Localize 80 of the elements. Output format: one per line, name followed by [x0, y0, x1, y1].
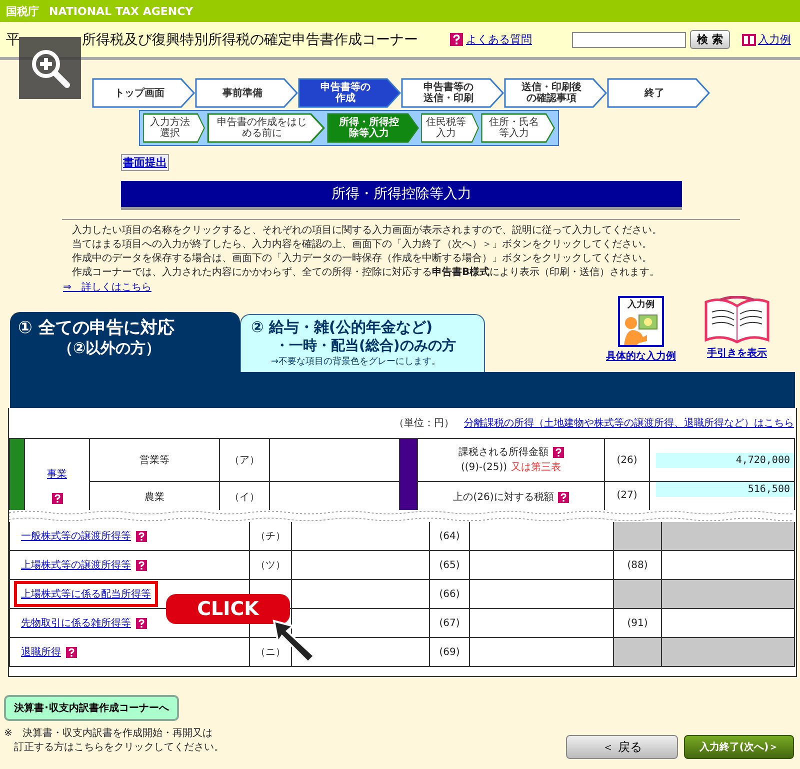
search-button[interactable]: 検 索	[690, 30, 730, 49]
agency-name-english: NATIONAL TAX AGENCY	[49, 4, 194, 18]
separate-tax-link[interactable]: 分離課税の所得（土地建物や株式等の譲渡所得、退職所得など）はこちら	[464, 416, 794, 430]
amount-field[interactable]: 516,500	[656, 482, 794, 497]
back-button[interactable]: ＜ 戻る	[566, 735, 678, 759]
step-tab[interactable]: 終了	[607, 78, 710, 108]
note-text: 訂正する方はこちらをクリックしてください。	[13, 741, 224, 755]
details-link[interactable]: ⇒ 詳しくはこちら	[63, 280, 152, 294]
note-text: ※ 決算書・収支内訳書を作成開始・再開又は	[4, 727, 214, 741]
instruction-text: 入力したい項目の名称をクリックすると、それぞれの項目に関する入力画面が表示されますので、説明に従って入力してください。	[72, 224, 663, 238]
help-icon[interactable]	[136, 560, 147, 570]
paper-submission-button[interactable]: 書面提出	[121, 154, 169, 171]
input-cell[interactable]	[662, 580, 794, 608]
substep-tab[interactable]: 所得・所得控 除等入力	[327, 113, 419, 143]
step-tab[interactable]: 申告書等の 作成	[298, 78, 401, 108]
example-label: 入力例	[628, 298, 654, 311]
open-book-icon[interactable]	[704, 296, 770, 344]
table-cell: (26)	[604, 438, 650, 482]
substep-tab[interactable]: 申告書の作成をはじ める前に	[207, 113, 325, 143]
input-cell[interactable]	[292, 580, 430, 608]
page-heading: 所得税及び復興特別所得税の確定申告書作成コーナー	[82, 30, 418, 48]
click-callout: CLICK	[166, 594, 290, 624]
table-cell: (64)	[430, 522, 470, 550]
faq-link[interactable]: よくある質問	[466, 32, 532, 47]
mode-tab[interactable]: ① 全ての申告に対応 （②以外の方）	[10, 312, 240, 372]
income-link[interactable]: 事業	[47, 467, 67, 481]
instruction-text: 作成コーナーでは、入力された内容にかかわらず、全ての所得・控除に対応する申告書B様式により表示（印刷・送信）されます。	[72, 266, 661, 280]
next-button[interactable]: 入力終了(次へ)＞	[684, 735, 794, 759]
substep-tab[interactable]: 住所・氏名 等入力	[481, 113, 555, 143]
substep-tab[interactable]: 入力方法 選択	[143, 113, 205, 143]
table-cell: （チ）	[250, 522, 292, 550]
settlement-corner-button[interactable]: 決算書･収支内訳書作成コーナーへ	[4, 695, 179, 721]
section-title: 所得・所得控除等入力	[121, 181, 682, 207]
step-tab[interactable]: 送信・印刷後 の確認事項	[504, 78, 607, 108]
search-field[interactable]	[572, 32, 686, 48]
table-cell-text: 課税される所得金額	[458, 446, 548, 460]
book-icon	[742, 34, 756, 46]
help-icon[interactable]	[66, 646, 77, 658]
table-cell: (66)	[430, 580, 470, 608]
unit-label: （単位：円）	[394, 417, 454, 430]
input-cell[interactable]	[270, 438, 400, 482]
resource-link[interactable]: 具体的な入力例	[606, 349, 676, 363]
help-icon[interactable]	[136, 618, 147, 628]
help-icon[interactable]	[558, 492, 569, 503]
input-cell[interactable]	[292, 550, 430, 580]
zoom-button[interactable]	[19, 37, 81, 99]
step-tab[interactable]: 申告書等の 送信・印刷	[401, 78, 504, 108]
note-text: 又は第三表	[511, 460, 562, 475]
amount-field[interactable]: 4,720,000	[656, 452, 794, 468]
input-cell[interactable]	[662, 638, 794, 666]
substep-tab[interactable]: 住民税等 入力	[421, 113, 479, 143]
table-cell: (65)	[430, 550, 470, 580]
agency-name: 国税庁	[6, 4, 39, 18]
help-icon[interactable]	[552, 447, 564, 458]
example-link[interactable]: 入力例	[758, 32, 791, 47]
instruction-text: 当てはまる項目への入力が終了したら、入力内容を確認の上、画面下の「入力終了（次へ）＞」ボタンをクリックしてください。	[72, 238, 653, 252]
help-icon[interactable]	[136, 530, 147, 542]
table-cell: 営業等	[90, 438, 220, 482]
input-cell[interactable]	[292, 522, 430, 550]
example-card[interactable]: 入力例	[618, 296, 664, 347]
table-cell: （ツ）	[250, 550, 292, 580]
table-cell: (69)	[430, 638, 470, 666]
mode-tab[interactable]: ② 給与・雑(公的年金など) ・一時・配当(総合)のみの方 →不要な項目の背景色をグレーにします。	[240, 314, 485, 372]
formula-text: ((9)-(25))	[460, 461, 508, 475]
step-tab[interactable]: 事前準備	[195, 78, 298, 108]
table-cell: （ア）	[220, 438, 270, 482]
instruction-text: 作成中のデータを保存する場合は、画面下の「入力データの一時保存（作成を中断する場合）」ボタンをクリックしてください。	[72, 252, 653, 266]
table-cell: (67)	[430, 608, 470, 638]
table-cell-text: 上の(26)に対する税額	[453, 490, 554, 505]
input-cell[interactable]	[470, 550, 614, 580]
input-cell[interactable]	[470, 580, 614, 608]
resource-link[interactable]: 手引きを表示	[707, 346, 767, 360]
help-icon[interactable]	[52, 493, 62, 504]
input-cell[interactable]	[662, 522, 794, 550]
income-link[interactable]: 退職所得	[21, 645, 61, 659]
help-icon[interactable]	[450, 33, 463, 46]
input-cell[interactable]	[470, 638, 614, 666]
input-cell[interactable]	[470, 608, 614, 638]
step-tab[interactable]: トップ画面	[92, 78, 195, 108]
input-cell[interactable]	[470, 522, 614, 550]
